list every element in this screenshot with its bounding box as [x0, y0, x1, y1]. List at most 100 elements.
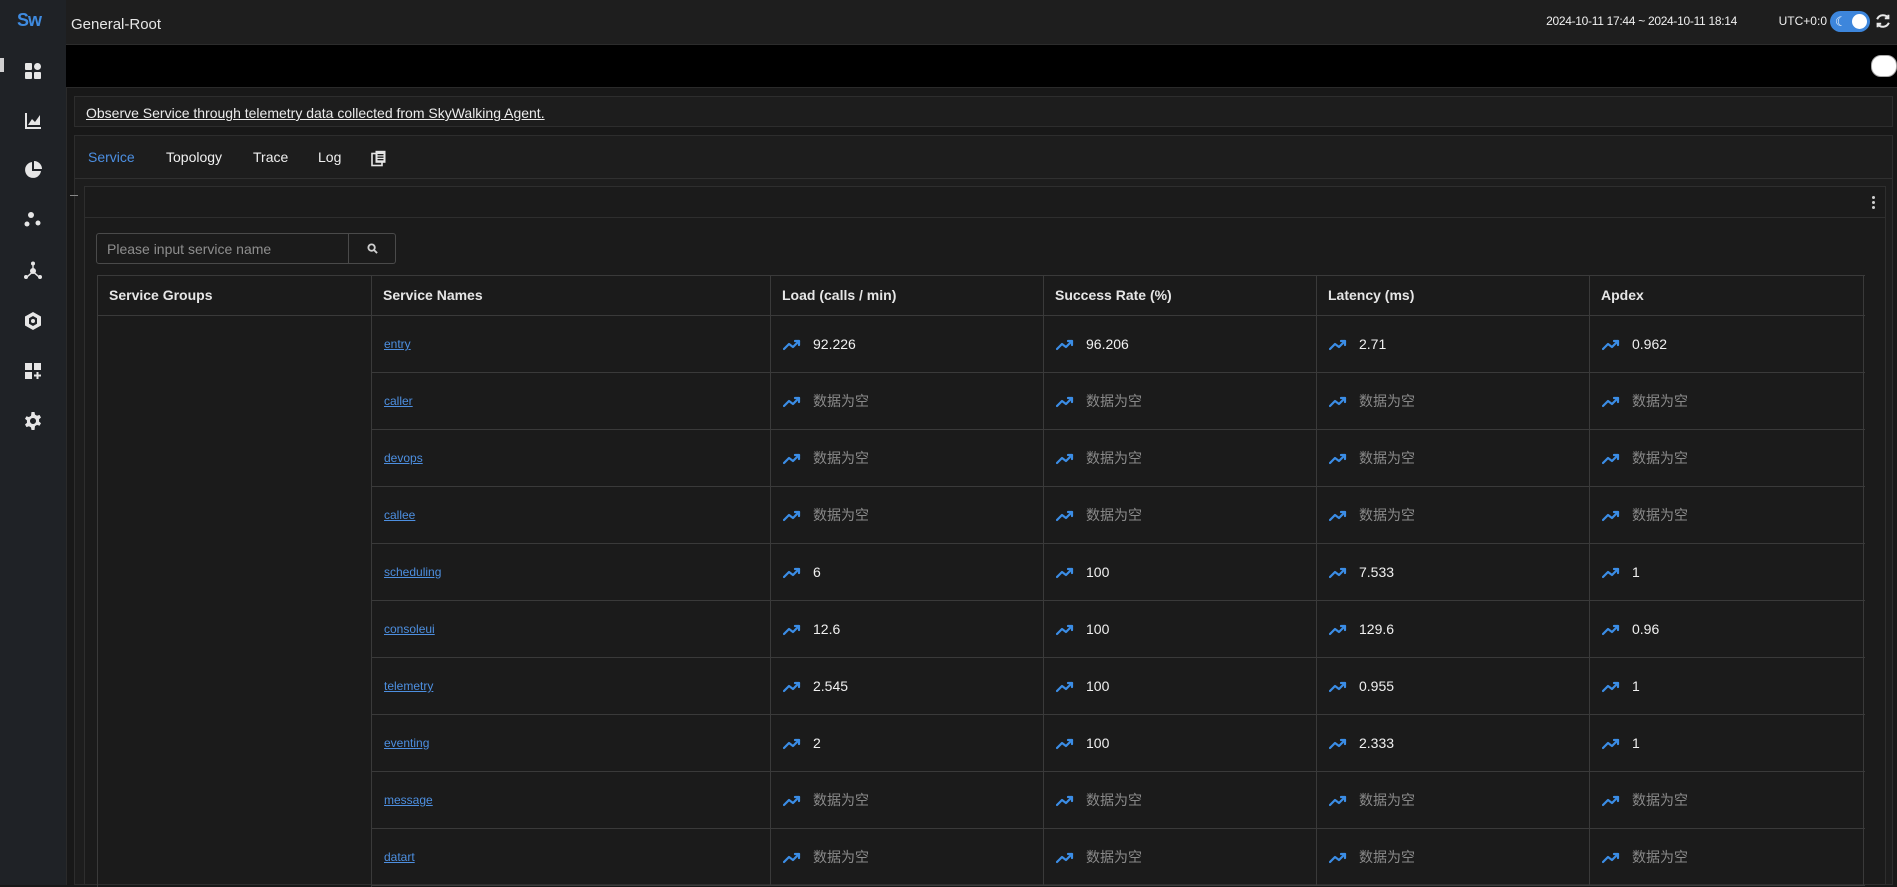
trend-chart-icon[interactable]	[1601, 395, 1620, 408]
refresh-icon[interactable]	[1874, 12, 1894, 32]
trend-chart-icon[interactable]	[1601, 737, 1620, 750]
trend-chart-icon[interactable]	[782, 338, 801, 351]
service-link[interactable]: message	[384, 793, 433, 807]
service-link[interactable]: devops	[384, 451, 423, 465]
trend-chart-icon[interactable]	[1601, 338, 1620, 351]
dashboard-grid-icon[interactable]	[22, 60, 44, 82]
trend-chart-icon[interactable]	[1328, 737, 1347, 750]
service-link[interactable]: caller	[384, 394, 413, 408]
tab-log[interactable]: Log	[318, 149, 341, 165]
skywalking-logo[interactable]: Sw	[17, 10, 51, 32]
trend-chart-icon[interactable]	[1328, 395, 1347, 408]
trend-chart-icon[interactable]	[1055, 566, 1074, 579]
trend-chart-icon[interactable]	[782, 395, 801, 408]
load-cell: 数据为空	[771, 772, 1044, 828]
search-icon	[366, 243, 378, 254]
latency-value: 7.533	[1359, 564, 1395, 580]
trend-chart-icon[interactable]	[1055, 338, 1074, 351]
apdex-value: 数据为空	[1632, 792, 1688, 808]
trend-chart-icon[interactable]	[782, 851, 801, 864]
hexagon-icon[interactable]	[22, 310, 44, 332]
trend-chart-icon[interactable]	[1055, 737, 1074, 750]
trend-chart-icon[interactable]	[1055, 623, 1074, 636]
pie-chart-icon[interactable]	[22, 159, 44, 181]
time-range-picker[interactable]: 2024-10-11 17:44 ~ 2024-10-11 18:14	[1546, 14, 1737, 28]
load-value: 数据为空	[813, 507, 869, 523]
tab-service[interactable]: Service	[88, 149, 135, 165]
header-load: Load (calls / min)	[771, 276, 1044, 315]
trend-chart-icon[interactable]	[1601, 680, 1620, 693]
description-link[interactable]: Observe Service through telemetry data c…	[86, 105, 545, 121]
trend-chart-icon[interactable]	[1328, 623, 1347, 636]
more-options-icon[interactable]	[1869, 194, 1877, 210]
table-row: entry 92.226 96.206 2.71 0.962	[372, 316, 1865, 373]
apdex-value: 数据为空	[1632, 507, 1688, 523]
apdex-cell: 0.96	[1590, 601, 1864, 657]
apdex-cell: 数据为空	[1590, 487, 1864, 543]
load-value: 数据为空	[813, 849, 869, 865]
table-row: message 数据为空 数据为空 数据为空 数据为空	[372, 772, 1865, 829]
success-value: 数据为空	[1086, 393, 1142, 409]
dots-cluster-icon[interactable]	[22, 209, 44, 231]
timezone-label[interactable]: UTC+0:0	[1779, 14, 1827, 28]
load-cell: 2.545	[771, 658, 1044, 714]
trend-chart-icon[interactable]	[1601, 566, 1620, 579]
theme-toggle[interactable]: ☾	[1830, 11, 1870, 32]
trend-chart-icon[interactable]	[782, 452, 801, 465]
chart-icon[interactable]	[22, 110, 44, 132]
trend-chart-icon[interactable]	[1055, 794, 1074, 807]
trend-chart-icon[interactable]	[782, 566, 801, 579]
trend-chart-icon[interactable]	[782, 737, 801, 750]
trend-chart-icon[interactable]	[1601, 452, 1620, 465]
trend-chart-icon[interactable]	[1328, 680, 1347, 693]
trend-chart-icon[interactable]	[1055, 680, 1074, 693]
add-widget-icon[interactable]	[22, 360, 44, 382]
service-link[interactable]: scheduling	[384, 565, 441, 579]
settings-gear-icon[interactable]	[22, 410, 44, 432]
copy-icon[interactable]	[371, 150, 389, 168]
trend-chart-icon[interactable]	[1328, 509, 1347, 522]
service-link[interactable]: telemetry	[384, 679, 433, 693]
apdex-value: 0.96	[1632, 621, 1660, 637]
service-name-cell: consoleui	[372, 601, 771, 657]
trend-chart-icon[interactable]	[1055, 452, 1074, 465]
trend-chart-icon[interactable]	[782, 794, 801, 807]
trend-chart-icon[interactable]	[1601, 794, 1620, 807]
load-value: 12.6	[813, 621, 841, 637]
trend-chart-icon[interactable]	[1055, 509, 1074, 522]
topology-icon[interactable]	[22, 260, 44, 282]
trend-chart-icon[interactable]	[1328, 566, 1347, 579]
moon-icon: ☾	[1835, 14, 1847, 29]
service-name-cell: devops	[372, 430, 771, 486]
trend-chart-icon[interactable]	[782, 623, 801, 636]
edit-mode-toggle[interactable]	[1871, 55, 1897, 77]
trend-chart-icon[interactable]	[1328, 452, 1347, 465]
service-link[interactable]: datart	[384, 850, 415, 864]
latency-value: 数据为空	[1359, 393, 1415, 409]
trend-chart-icon[interactable]	[1601, 623, 1620, 636]
trend-chart-icon[interactable]	[1328, 794, 1347, 807]
latency-value: 2.333	[1359, 735, 1395, 751]
load-value: 数据为空	[813, 393, 869, 409]
service-link[interactable]: eventing	[384, 736, 429, 750]
tab-topology[interactable]: Topology	[166, 149, 222, 165]
tab-trace[interactable]: Trace	[253, 149, 288, 165]
latency-cell: 数据为空	[1317, 829, 1590, 885]
trend-chart-icon[interactable]	[1328, 338, 1347, 351]
trend-chart-icon[interactable]	[1055, 395, 1074, 408]
service-link[interactable]: entry	[384, 337, 411, 351]
trend-chart-icon[interactable]	[782, 509, 801, 522]
trend-chart-icon[interactable]	[782, 680, 801, 693]
service-link[interactable]: consoleui	[384, 622, 435, 636]
trend-chart-icon[interactable]	[1601, 509, 1620, 522]
apdex-cell: 数据为空	[1590, 829, 1864, 885]
collapse-handle[interactable]	[70, 195, 78, 196]
trend-chart-icon[interactable]	[1601, 851, 1620, 864]
load-cell: 数据为空	[771, 373, 1044, 429]
search-input[interactable]	[96, 233, 349, 264]
trend-chart-icon[interactable]	[1328, 851, 1347, 864]
service-link[interactable]: callee	[384, 508, 415, 522]
trend-chart-icon[interactable]	[1055, 851, 1074, 864]
search-button[interactable]	[349, 233, 396, 264]
latency-value: 2.71	[1359, 336, 1387, 352]
